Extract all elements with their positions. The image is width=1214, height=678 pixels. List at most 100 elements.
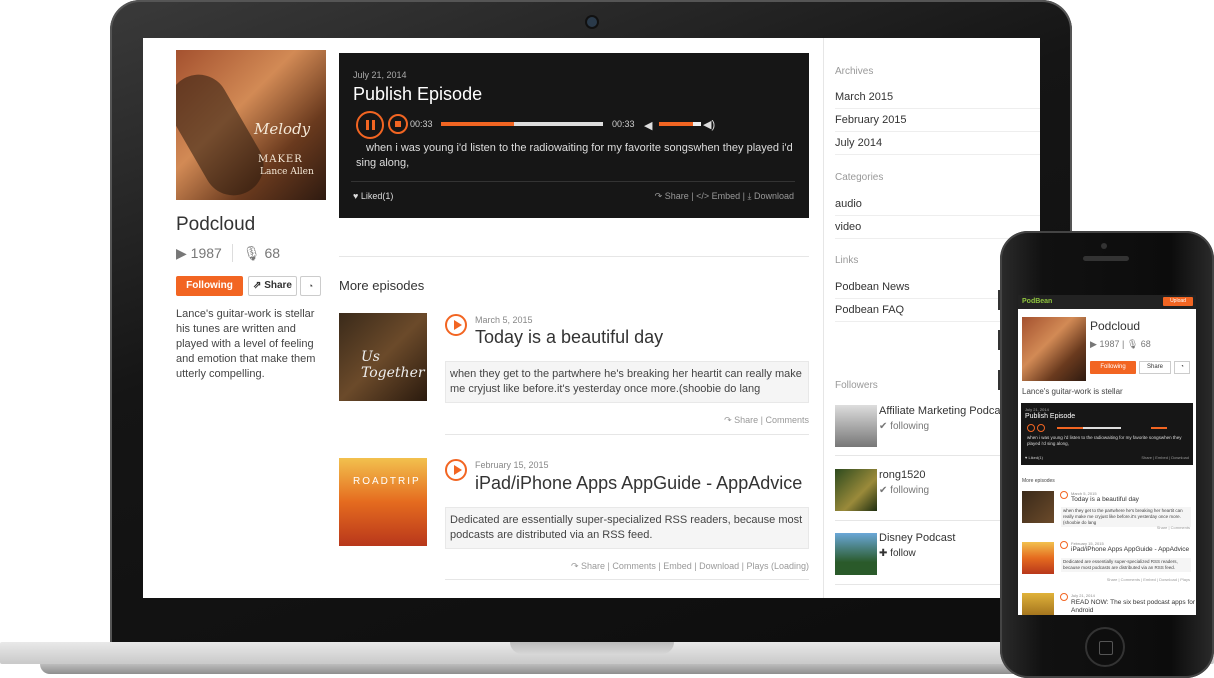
cover-artist: Lance Allen [260,167,314,177]
archive-item[interactable]: July 2014 [835,137,1040,155]
mobile-description: Lance's guitar-work is stellar [1022,387,1123,396]
progress-fill [441,122,514,126]
category-item[interactable]: video [835,221,1040,239]
mobile-rss-button[interactable]: ◔ [1174,361,1190,374]
mobile-episode-artwork[interactable] [1022,542,1054,574]
follower-name[interactable]: Affiliate Marketing Podcast [879,405,1009,417]
upload-button[interactable]: Upload [1163,297,1193,306]
mobile-episode-artwork[interactable] [1022,491,1054,523]
mobile-episode-artwork[interactable] [1022,593,1054,615]
follower-status[interactable]: ✔ following [879,485,929,496]
mobile-progress-bar[interactable] [1057,427,1121,429]
follower-status-label: following [890,485,930,496]
mobile-more-heading: More episodes [1022,478,1055,484]
podcast-cover[interactable]: Melody MAKER Lance Allen [176,50,326,200]
rss-button[interactable]: ◔ [300,276,321,296]
play-icon[interactable] [1060,593,1068,601]
mobile-episode-actions[interactable]: Share | Comments | Embed | Download | Pl… [1107,577,1190,582]
mobile-episode-description: Dedicated are essentially super-speciali… [1061,558,1191,572]
play-icon: ▶ [1090,339,1097,349]
mobile-podcast-title: Podcloud [1090,319,1141,333]
like-button[interactable]: ♥ Liked(1) [353,191,393,201]
heart-icon: ♥ [353,191,359,201]
podcast-description: Lance's guitar-work is stellar his tunes… [176,308,316,380]
embed-link[interactable]: </> Embed [696,191,740,201]
podcast-stats: ▶ 1987 🎙 68 [176,244,280,262]
share-icon: ↷ [654,191,663,201]
share-button[interactable]: ⇗ Share [248,276,297,296]
episodes-value: 68 [264,244,281,261]
phone-speaker [1083,256,1129,261]
mobile-player: July 21, 2014 Publish Episode when i was… [1021,403,1193,465]
pause-icon[interactable] [1027,424,1035,432]
share-link[interactable]: ↷ Share [655,191,689,201]
mobile-podcast-cover[interactable] [1022,317,1086,381]
mobile-logo[interactable]: PodBean [1022,298,1052,305]
phone-camera-icon [1101,243,1107,249]
play-icon[interactable] [1060,541,1068,549]
download-link[interactable]: ⤓ Download [747,191,794,201]
follower-status[interactable]: ✔ following [879,421,929,432]
camera-icon [587,17,597,27]
episode-artwork[interactable]: Us Together [339,313,427,401]
stop-icon[interactable] [1037,424,1045,432]
laptop-screen: Melody MAKER Lance Allen Podcloud ▶ 1987… [143,38,1040,598]
mobile-episode-title[interactable]: Today is a beautiful day [1071,496,1139,503]
player-title[interactable]: Publish Episode [353,84,482,105]
phone-screen: PodBean Upload Podcloud ▶ 1987 | 🎙 68 Fo… [1018,295,1196,615]
share-icon: ⇗ [253,280,262,291]
category-item[interactable]: audio [835,198,1040,216]
pause-icon[interactable] [356,111,384,139]
mobile-volume-slider[interactable] [1151,427,1167,429]
mobile-player-actions[interactable]: Share | Embed | Download [1141,455,1189,460]
play-icon[interactable] [1060,491,1068,499]
episode-player: July 21, 2014 Publish Episode 00:33 00:3… [339,53,809,218]
volume-mute-icon[interactable]: ◀ [644,119,652,132]
volume-slider[interactable] [659,122,701,126]
archive-item[interactable]: March 2015 [835,91,1040,109]
followers-heading: Followers [835,380,878,391]
archives-heading: Archives [835,66,874,77]
volume-icon[interactable]: ◀) [703,118,715,131]
follower-avatar[interactable] [835,469,877,511]
episode-actions[interactable]: ↷ Share | Comments [724,415,809,426]
artwork-text: ROADTRIP [353,476,421,487]
follower-avatar[interactable] [835,533,877,575]
mobile-player-title[interactable]: Publish Episode [1025,413,1075,420]
mobile-like-button[interactable]: ♥ Liked(1) [1025,455,1043,460]
stop-icon[interactable] [388,114,408,134]
episode-title[interactable]: Today is a beautiful day [475,327,663,348]
follow-button[interactable]: ✚ follow [879,548,916,559]
mobile-episode-title[interactable]: READ NOW: The six best podcast apps for … [1071,599,1196,615]
mobile-episode-actions[interactable]: Share | Comments [1157,525,1190,530]
player-actions: ↷ Share | </> Embed | ⤓ Download [654,191,794,201]
mobile-player-date: July 21, 2014 [1025,407,1049,412]
episode-actions-label: Share | Comments | Embed | Download | Pl… [581,561,809,571]
follower-avatar[interactable] [835,405,877,447]
archive-item[interactable]: February 2015 [835,114,1040,132]
follower-name[interactable]: Disney Podcast [879,532,955,544]
rss-icon: ◔ [307,281,314,291]
episode-date: February 15, 2015 [475,460,549,470]
episode-description: Dedicated are essentially super-speciali… [445,507,809,549]
progress-bar[interactable] [441,122,603,126]
following-button[interactable]: Following [176,276,243,296]
play-icon[interactable] [445,459,467,481]
play-icon[interactable] [445,314,467,336]
mobile-following-button[interactable]: Following [1090,361,1136,374]
time-current: 00:33 [410,119,433,129]
mobile-share-button[interactable]: Share [1139,361,1171,374]
time-total: 00:33 [612,119,635,129]
mobile-episode-title[interactable]: iPad/iPhone Apps AppGuide - AppAdvice [1071,546,1189,553]
cover-title: Melody [254,120,311,138]
mic-icon: 🎙 [1126,339,1139,349]
mobile-liked-label: Liked(1) [1028,455,1043,460]
episode-artwork[interactable]: ROADTRIP [339,458,427,546]
home-button[interactable] [1085,627,1125,667]
share-link-label: Share [664,191,689,201]
player-date: July 21, 2014 [353,70,407,80]
episode-actions[interactable]: ↷ Share | Comments | Embed | Download | … [571,561,809,572]
episode-title[interactable]: iPad/iPhone Apps AppGuide - AppAdvice [475,473,802,494]
cover-subtitle: MAKER [258,154,303,165]
follower-name[interactable]: rong1520 [879,469,926,481]
